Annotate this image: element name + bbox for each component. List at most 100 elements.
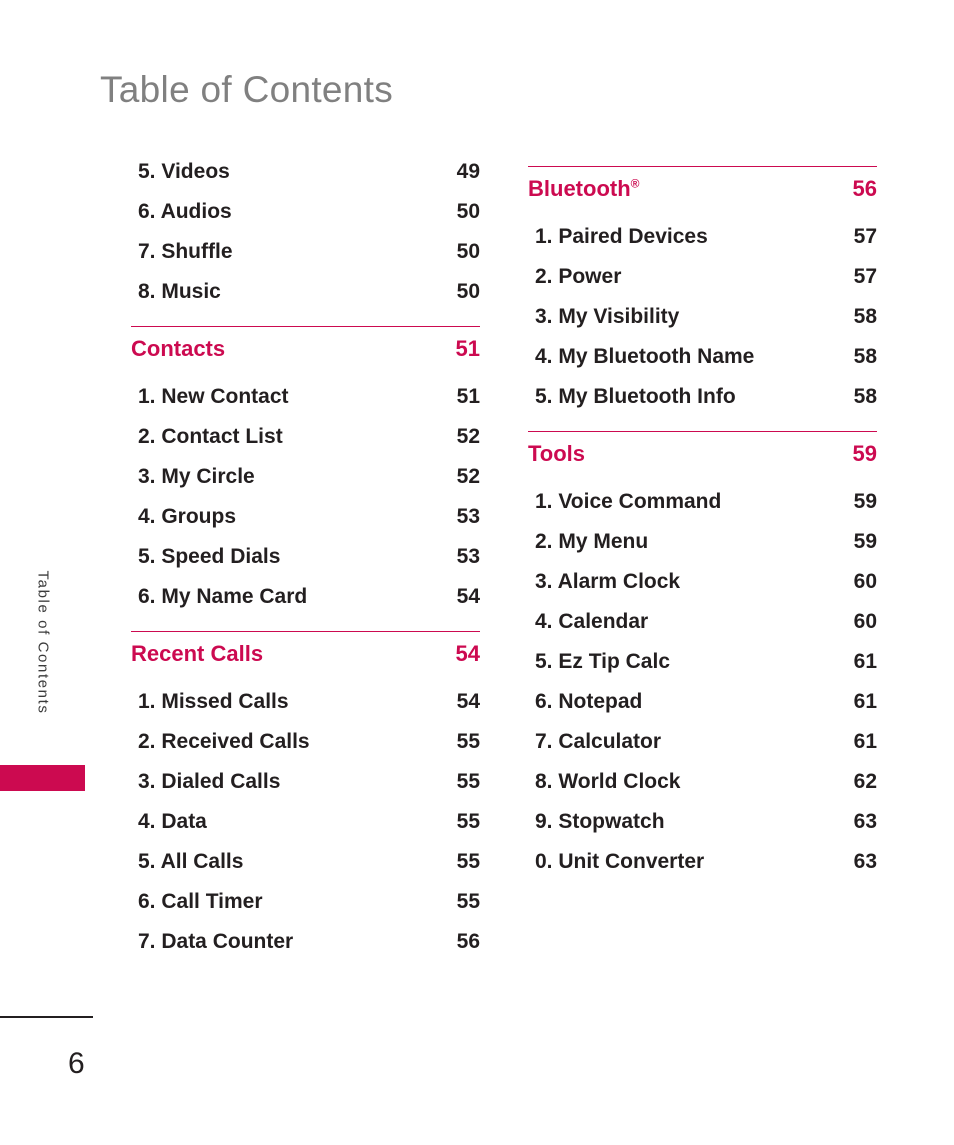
toc-entry-page-number: 55: [456, 850, 480, 873]
toc-entry-label: 6. Audios: [138, 200, 232, 223]
toc-entry-label: 5. Speed Dials: [138, 545, 281, 568]
toc-entry-page-number: 63: [853, 850, 877, 873]
toc-entry[interactable]: 8. Music 50: [131, 280, 480, 320]
toc-section-header[interactable]: Tools 59: [528, 431, 877, 490]
toc-entry[interactable]: 9. Stopwatch 63: [528, 810, 877, 850]
toc-section-title: Bluetooth®: [528, 176, 640, 201]
toc-entry-page-number: 59: [853, 530, 877, 553]
toc-section-page-number: 51: [455, 336, 480, 361]
toc-entry[interactable]: 1. Missed Calls 54: [131, 690, 480, 730]
toc-entry[interactable]: 6. Call Timer 55: [131, 890, 480, 930]
side-tab-label: Table of Contents: [0, 525, 85, 760]
toc-entry-page-number: 56: [456, 930, 480, 953]
toc-section-page-number: 59: [852, 441, 877, 466]
toc-entry[interactable]: 1. Voice Command 59: [528, 490, 877, 530]
toc-entry-label: 8. Music: [138, 280, 221, 303]
toc-entry-page-number: 63: [853, 810, 877, 833]
toc-entry-label: 0. Unit Converter: [535, 850, 705, 873]
toc-entry[interactable]: 5. My Bluetooth Info 58: [528, 385, 877, 425]
toc-entry-label: 6. My Name Card: [138, 585, 308, 608]
page-number: 6: [68, 1047, 85, 1080]
toc-section-header[interactable]: Contacts 51: [131, 326, 480, 385]
toc-entry[interactable]: 3. Dialed Calls 55: [131, 770, 480, 810]
toc-entry-page-number: 57: [853, 225, 877, 248]
side-tab-marker: [0, 765, 85, 791]
toc-entry[interactable]: 4. Groups 53: [131, 505, 480, 545]
toc-entry[interactable]: 5. Speed Dials 53: [131, 545, 480, 585]
toc-entry[interactable]: 5. Ez Tip Calc 61: [528, 650, 877, 690]
toc-entry-label: 7. Data Counter: [138, 930, 294, 953]
toc-entry-page-number: 55: [456, 810, 480, 833]
toc-entry-page-number: 61: [853, 730, 877, 753]
toc-entry-page-number: 62: [853, 770, 877, 793]
toc-entry[interactable]: 4. Data 55: [131, 810, 480, 850]
toc-entry-label: 5. Videos: [138, 160, 230, 183]
toc-section-title: Contacts: [131, 336, 226, 361]
toc-entry[interactable]: 6. My Name Card 54: [131, 585, 480, 625]
toc-entry-label: 4. Groups: [138, 505, 237, 528]
registered-trademark-icon: ®: [630, 176, 640, 191]
footer-divider: [0, 1016, 93, 1018]
toc-entry[interactable]: 7. Data Counter 56: [131, 930, 480, 970]
toc-entry[interactable]: 6. Notepad 61: [528, 690, 877, 730]
toc-column-left: 5. Videos 49 6. Audios 50 7. Shuffle 50 8. Mus…: [131, 160, 480, 970]
toc-entry-page-number: 55: [456, 890, 480, 913]
page-title: Table of Contents: [100, 69, 394, 110]
toc-entry[interactable]: 2. Power 57: [528, 265, 877, 305]
toc-entry-label: 4. My Bluetooth Name: [535, 345, 755, 368]
toc-entry-label: 6. Notepad: [535, 690, 643, 713]
toc-entry-label: 5. All Calls: [138, 850, 244, 873]
toc-entry[interactable]: 3. My Visibility 58: [528, 305, 877, 345]
toc-column-right: Bluetooth® 56 1. Paired Devices 57 2. Power 5…: [528, 160, 877, 890]
toc-entry[interactable]: 1. Paired Devices 57: [528, 225, 877, 265]
toc-entry-label: 7. Shuffle: [138, 240, 233, 263]
toc-entry[interactable]: 3. My Circle 52: [131, 465, 480, 505]
toc-entry-page-number: 50: [456, 280, 480, 303]
toc-entry-page-number: 55: [456, 730, 480, 753]
toc-entry[interactable]: 0. Unit Converter 63: [528, 850, 877, 890]
toc-entry[interactable]: 6. Audios 50: [131, 200, 480, 240]
toc-entry[interactable]: 2. My Menu 59: [528, 530, 877, 570]
toc-entry[interactable]: 7. Shuffle 50: [131, 240, 480, 280]
toc-entry-label: 3. My Visibility: [535, 305, 680, 328]
toc-entry-page-number: 51: [456, 385, 480, 408]
toc-section-title: Recent Calls: [131, 641, 264, 666]
toc-entry[interactable]: 4. My Bluetooth Name 58: [528, 345, 877, 385]
toc-entry-label: 3. Alarm Clock: [535, 570, 681, 593]
toc-entry-label: 5. Ez Tip Calc: [535, 650, 670, 673]
toc-entry-label: 2. Received Calls: [138, 730, 310, 753]
toc-entry-page-number: 57: [853, 265, 877, 288]
toc-section-title: Tools: [528, 441, 586, 466]
toc-entry-label: 4. Data: [138, 810, 207, 833]
toc-entry[interactable]: 8. World Clock 62: [528, 770, 877, 810]
toc-entry[interactable]: 2. Received Calls 55: [131, 730, 480, 770]
toc-entry-page-number: 59: [853, 490, 877, 513]
toc-entry-page-number: 52: [456, 425, 480, 448]
toc-entry[interactable]: 4. Calendar 60: [528, 610, 877, 650]
toc-entry-label: 5. My Bluetooth Info: [535, 385, 736, 408]
toc-entry[interactable]: 2. Contact List 52: [131, 425, 480, 465]
toc-entry-page-number: 52: [456, 465, 480, 488]
side-tab-label-text: Table of Contents: [34, 570, 52, 715]
toc-section-header[interactable]: Bluetooth® 56: [528, 166, 877, 225]
toc-entry-label: 3. My Circle: [138, 465, 255, 488]
toc-entry-page-number: 49: [456, 160, 480, 183]
toc-entry[interactable]: 7. Calculator 61: [528, 730, 877, 770]
toc-entry-label: 1. Voice Command: [535, 490, 722, 513]
toc-entry[interactable]: 1. New Contact 51: [131, 385, 480, 425]
toc-entry-page-number: 58: [853, 305, 877, 328]
toc-entry-label: 6. Call Timer: [138, 890, 263, 913]
toc-entry-label: 9. Stopwatch: [535, 810, 665, 833]
toc-entry-label: 2. Power: [535, 265, 622, 288]
toc-section-header[interactable]: Recent Calls 54: [131, 631, 480, 690]
toc-entry-label: 4. Calendar: [535, 610, 649, 633]
toc-entry[interactable]: 5. All Calls 55: [131, 850, 480, 890]
toc-entry[interactable]: 3. Alarm Clock 60: [528, 570, 877, 610]
toc-entry-page-number: 50: [456, 240, 480, 263]
toc-entry-page-number: 60: [853, 610, 877, 633]
toc-entry[interactable]: 5. Videos 49: [131, 160, 480, 200]
toc-entry-page-number: 54: [456, 690, 480, 713]
toc-entry-label: 1. Paired Devices: [535, 225, 708, 248]
toc-entry-page-number: 54: [456, 585, 480, 608]
toc-entry-page-number: 53: [456, 545, 480, 568]
